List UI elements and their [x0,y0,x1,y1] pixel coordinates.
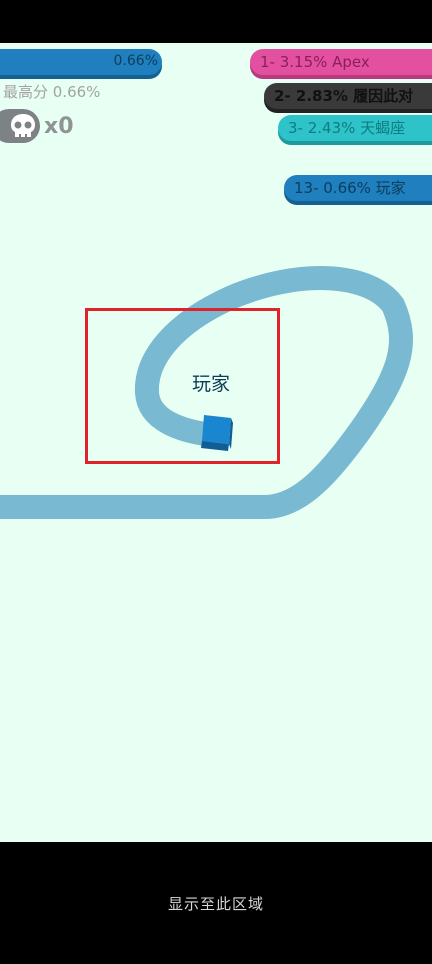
leaderboard-row-player: 13- 0.66% 玩家 [284,175,432,201]
game-field[interactable]: 0.66% 最高分 0.66% x0 1- 3.15% Apex 2- 2.83… [0,43,432,842]
display-area-hint: 显示至此区域 [167,894,264,913]
leaderboard-row-3: 3- 2.43% 天蝎座 [278,115,432,141]
best-score-label: 最高分 0.66% [3,83,101,101]
skull-icon [11,114,35,137]
player-progress-bar: 0.66% [0,49,162,75]
status-bar [0,0,432,43]
leaderboard-row-1: 1- 3.15% Apex [250,49,432,75]
leaderboard-row-2: 2- 2.83% 履因此对 [264,83,432,109]
skull-badge [0,109,40,143]
kills-count: x0 [44,113,74,139]
bottom-bar: 显示至此区域 [0,842,432,964]
player-progress-value: 0.66% [113,53,158,69]
kill-counter: x0 [0,109,74,143]
highlight-box [85,308,280,464]
